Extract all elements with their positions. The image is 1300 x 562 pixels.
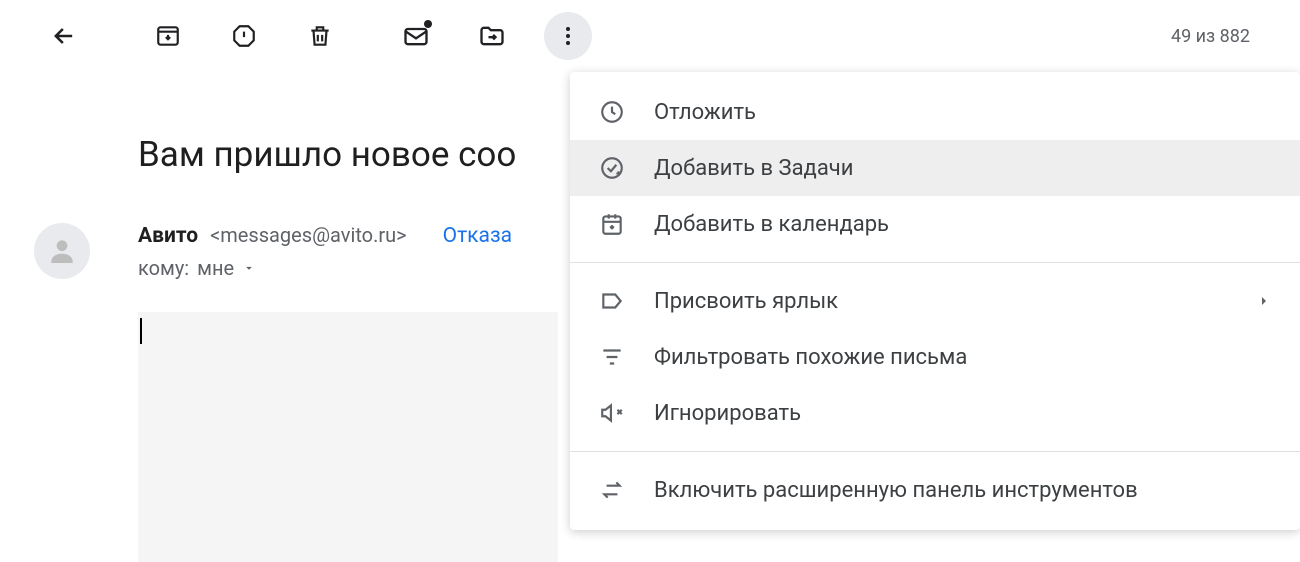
menu-separator-1	[570, 262, 1300, 263]
menu-label-label: Присвоить ярлык	[654, 289, 838, 314]
sender-name: Авито	[138, 224, 198, 248]
move-folder-icon	[478, 22, 506, 50]
menu-filter-label: Фильтровать похожие письма	[654, 345, 967, 370]
recipient-to: мне	[197, 256, 234, 280]
menu-add-calendar[interactable]: Добавить в календарь	[570, 196, 1300, 252]
menu-mute-label: Игнорировать	[654, 401, 801, 426]
spam-icon	[231, 23, 257, 49]
move-to-button[interactable]	[468, 12, 516, 60]
menu-filter[interactable]: Фильтровать похожие письма	[570, 329, 1300, 385]
menu-mute[interactable]: Игнорировать	[570, 385, 1300, 441]
back-button[interactable]	[40, 12, 88, 60]
mark-unread-button[interactable]	[392, 12, 440, 60]
mute-icon	[598, 399, 626, 427]
avatar[interactable]	[34, 223, 90, 279]
chevron-down-icon	[242, 261, 256, 275]
unsubscribe-link[interactable]: Отказа	[443, 224, 512, 248]
sender-line: Авито <messages@avito.ru> Отказа	[138, 223, 558, 248]
unread-dot-icon	[424, 20, 432, 28]
more-button[interactable]	[544, 12, 592, 60]
menu-expand-toolbar[interactable]: Включить расширенную панель инструментов	[570, 462, 1300, 518]
message-body	[138, 312, 558, 562]
menu-snooze[interactable]: Отложить	[570, 84, 1300, 140]
text-cursor	[140, 318, 142, 344]
menu-add-calendar-label: Добавить в календарь	[654, 212, 889, 237]
calendar-icon	[598, 210, 626, 238]
archive-button[interactable]	[144, 12, 192, 60]
recipient-line[interactable]: кому: мне	[138, 256, 558, 280]
toolbar-group-1	[144, 12, 344, 60]
toolbar: 49 из 882	[0, 0, 1300, 72]
person-icon	[46, 235, 78, 267]
filter-icon	[598, 343, 626, 371]
archive-icon	[155, 23, 181, 49]
menu-add-tasks-label: Добавить в Задачи	[654, 156, 853, 181]
more-vertical-icon	[556, 24, 580, 48]
spam-button[interactable]	[220, 12, 268, 60]
swap-icon	[598, 476, 626, 504]
menu-separator-2	[570, 451, 1300, 452]
clock-icon	[598, 98, 626, 126]
trash-icon	[307, 23, 333, 49]
chevron-right-icon	[1256, 293, 1272, 309]
menu-label[interactable]: Присвоить ярлык	[570, 273, 1300, 329]
sender-info: Авито <messages@avito.ru> Отказа кому: м…	[138, 223, 558, 562]
more-dropdown: Отложить Добавить в Задачи Добавить в ка…	[570, 72, 1300, 530]
recipient-prefix: кому:	[138, 256, 189, 280]
menu-add-tasks[interactable]: Добавить в Задачи	[570, 140, 1300, 196]
message-counter: 49 из 882	[1171, 26, 1260, 47]
menu-expand-toolbar-label: Включить расширенную панель инструментов	[654, 478, 1138, 503]
toolbar-left	[40, 12, 592, 60]
delete-button[interactable]	[296, 12, 344, 60]
label-icon	[598, 287, 626, 315]
task-add-icon	[598, 154, 626, 182]
arrow-left-icon	[50, 22, 78, 50]
toolbar-group-2	[392, 12, 592, 60]
menu-snooze-label: Отложить	[654, 100, 756, 125]
sender-email: <messages@avito.ru>	[210, 223, 407, 247]
